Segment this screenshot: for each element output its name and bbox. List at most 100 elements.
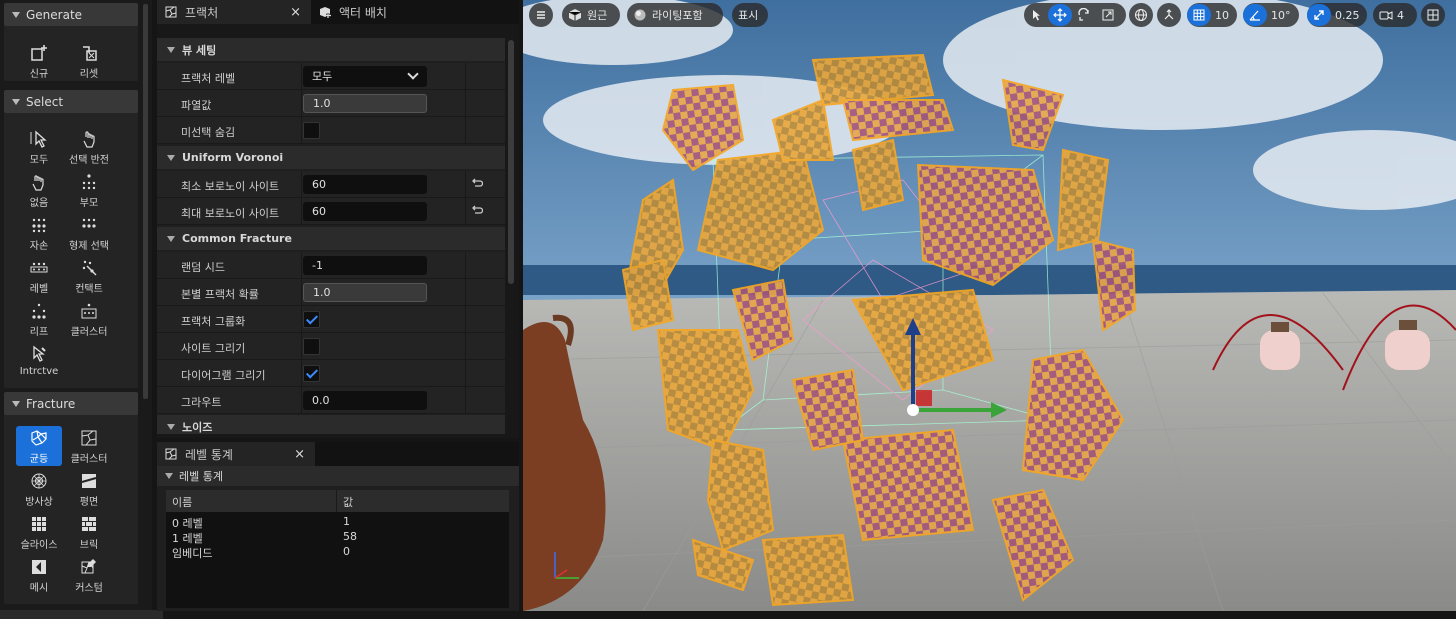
- close-icon[interactable]: ×: [290, 5, 301, 20]
- fracture-section: Fracture 균등 클러스터 방사상 평면 슬라이스 브릭 메시 커스텀: [4, 392, 138, 604]
- tab-level-stats[interactable]: 레벨 통계 ×: [157, 442, 315, 466]
- viewport-scene[interactable]: [523, 0, 1456, 611]
- stats-tab-bar: 레벨 통계 ×: [157, 442, 519, 466]
- fracture-section-header[interactable]: Fracture: [4, 392, 138, 415]
- level-icon: [30, 262, 48, 273]
- tool-reset[interactable]: 리셋: [67, 41, 111, 81]
- tool-parent[interactable]: 부모: [67, 170, 111, 210]
- select-none-icon: [32, 175, 44, 191]
- grout-input[interactable]: 0.0: [303, 391, 427, 410]
- tool-interactive[interactable]: Intrctve: [17, 342, 61, 382]
- expand-arrow-icon: [165, 473, 173, 479]
- perspective-button[interactable]: 원근: [562, 3, 620, 27]
- collapse-arrow-icon: [12, 400, 20, 407]
- transform-mode-group: [1024, 3, 1126, 27]
- tool-planar[interactable]: 평면: [67, 469, 111, 509]
- tool-invert-selection[interactable]: 선택 반전: [67, 127, 111, 167]
- translate-mode-button[interactable]: [1048, 4, 1072, 26]
- column-name-header[interactable]: 이름: [172, 494, 192, 510]
- details-scrollbar[interactable]: [508, 40, 514, 284]
- generate-section-header[interactable]: Generate: [4, 3, 138, 26]
- tool-children[interactable]: 자손: [17, 213, 61, 253]
- min-voronoi-sites-input[interactable]: 60: [303, 175, 427, 194]
- viewport-menu-button[interactable]: [529, 3, 553, 27]
- mesh-icon: [32, 560, 46, 574]
- category-level-stats[interactable]: 레벨 통계: [157, 466, 519, 486]
- tool-level[interactable]: 레벨: [17, 256, 61, 296]
- tool-siblings[interactable]: 형제 선택: [67, 213, 111, 253]
- level-viewport[interactable]: 원근 라이팅포함 표시 10 10° 0.25 4: [523, 0, 1456, 611]
- rotation-snap-group[interactable]: 10°: [1243, 3, 1299, 27]
- draw-sites-checkbox[interactable]: [303, 338, 320, 355]
- place-actors-icon: [320, 7, 331, 18]
- uniform-icon: [31, 430, 47, 446]
- tool-contact[interactable]: 컨택트: [67, 256, 111, 296]
- custom-icon: [81, 559, 96, 574]
- radial-icon: [31, 473, 47, 489]
- viewport-layout-button[interactable]: [1421, 3, 1445, 27]
- tool-mesh[interactable]: 메시: [17, 555, 61, 595]
- children-icon: [32, 218, 46, 233]
- draw-diagram-checkbox[interactable]: [303, 365, 320, 382]
- select-all-icon: [30, 130, 47, 148]
- globe-icon: [1135, 9, 1147, 21]
- tool-cluster[interactable]: 클러스터: [67, 299, 111, 339]
- scale-mode-button[interactable]: [1096, 4, 1120, 26]
- show-flags-button[interactable]: 표시: [732, 3, 768, 27]
- reset-icon: [83, 46, 97, 61]
- tab-fracture[interactable]: 프랙처 ×: [157, 0, 311, 24]
- planar-icon: [81, 474, 97, 488]
- table-row: 1 레벨 58: [172, 530, 357, 545]
- palette-scrollbar[interactable]: [143, 4, 148, 399]
- select-mode-button[interactable]: [1024, 4, 1048, 26]
- group-fracture-checkbox[interactable]: [303, 311, 320, 328]
- tool-radial[interactable]: 방사상: [17, 469, 61, 509]
- category-uniform-voronoi[interactable]: Uniform Voronoi: [157, 146, 505, 169]
- collapse-arrow-icon: [12, 98, 20, 105]
- lighting-mode-button[interactable]: 라이팅포함: [627, 3, 723, 27]
- chevron-down-icon: [407, 68, 419, 80]
- max-voronoi-sites-input[interactable]: 60: [303, 202, 427, 221]
- scale-snap-group[interactable]: 0.25: [1307, 3, 1367, 27]
- column-value-header[interactable]: 값: [343, 494, 353, 510]
- tool-select-all[interactable]: 모두: [17, 127, 61, 167]
- tool-brick[interactable]: 브릭: [67, 512, 111, 552]
- tool-custom[interactable]: 커스텀: [67, 555, 111, 595]
- row-fracture-level: 프랙처 레벨 모두: [157, 63, 505, 90]
- tool-cluster-fracture[interactable]: 클러스터: [67, 426, 111, 466]
- tool-palette: Generate 신규 리셋 Select 모두 선택 반전 없음 부모 자손 …: [0, 0, 163, 619]
- tool-select-none[interactable]: 없음: [17, 170, 61, 210]
- fracture-level-dropdown[interactable]: 모두: [303, 66, 427, 87]
- expand-arrow-icon: [167, 154, 175, 161]
- row-grout: 그라우트 0.0: [157, 387, 505, 414]
- interactive-icon: [33, 345, 46, 362]
- rotate-mode-button[interactable]: [1072, 4, 1096, 26]
- tool-new[interactable]: 신규: [17, 41, 61, 81]
- tool-slice[interactable]: 슬라이스: [17, 512, 61, 552]
- category-noise[interactable]: 노이즈: [157, 415, 505, 434]
- row-random-seed: 랜덤 시드 -1: [157, 252, 505, 279]
- camera-speed-button[interactable]: 4: [1373, 3, 1417, 27]
- tab-place-actors[interactable]: 액터 배치: [311, 0, 431, 24]
- reset-to-default-icon[interactable]: [471, 205, 483, 217]
- category-view-settings[interactable]: 뷰 세팅: [157, 38, 505, 61]
- tool-uniform[interactable]: 균등: [16, 426, 62, 466]
- coordinate-space-button[interactable]: [1129, 3, 1153, 27]
- hide-unselected-checkbox[interactable]: [303, 122, 320, 139]
- grid-snap-group[interactable]: 10: [1187, 3, 1237, 27]
- hamburger-icon: [537, 11, 545, 19]
- random-seed-input[interactable]: -1: [303, 256, 427, 275]
- row-draw-sites: 사이트 그리기: [157, 333, 505, 360]
- reset-to-default-icon[interactable]: [471, 178, 483, 190]
- tool-leaf[interactable]: 리프: [17, 299, 61, 339]
- siblings-icon: [82, 218, 96, 228]
- row-group-fracture: 프랙처 그룹화: [157, 306, 505, 333]
- leaf-icon: [32, 303, 46, 319]
- row-min-voronoi-sites: 최소 보로노이 사이트 60: [157, 171, 505, 198]
- explode-amount-slider[interactable]: 1.0: [303, 94, 427, 113]
- close-icon[interactable]: ×: [294, 447, 305, 462]
- select-section-header[interactable]: Select: [4, 90, 138, 113]
- chance-to-fracture-slider[interactable]: 1.0: [303, 283, 427, 302]
- category-common-fracture[interactable]: Common Fracture: [157, 227, 505, 250]
- surface-snap-button[interactable]: [1157, 3, 1181, 27]
